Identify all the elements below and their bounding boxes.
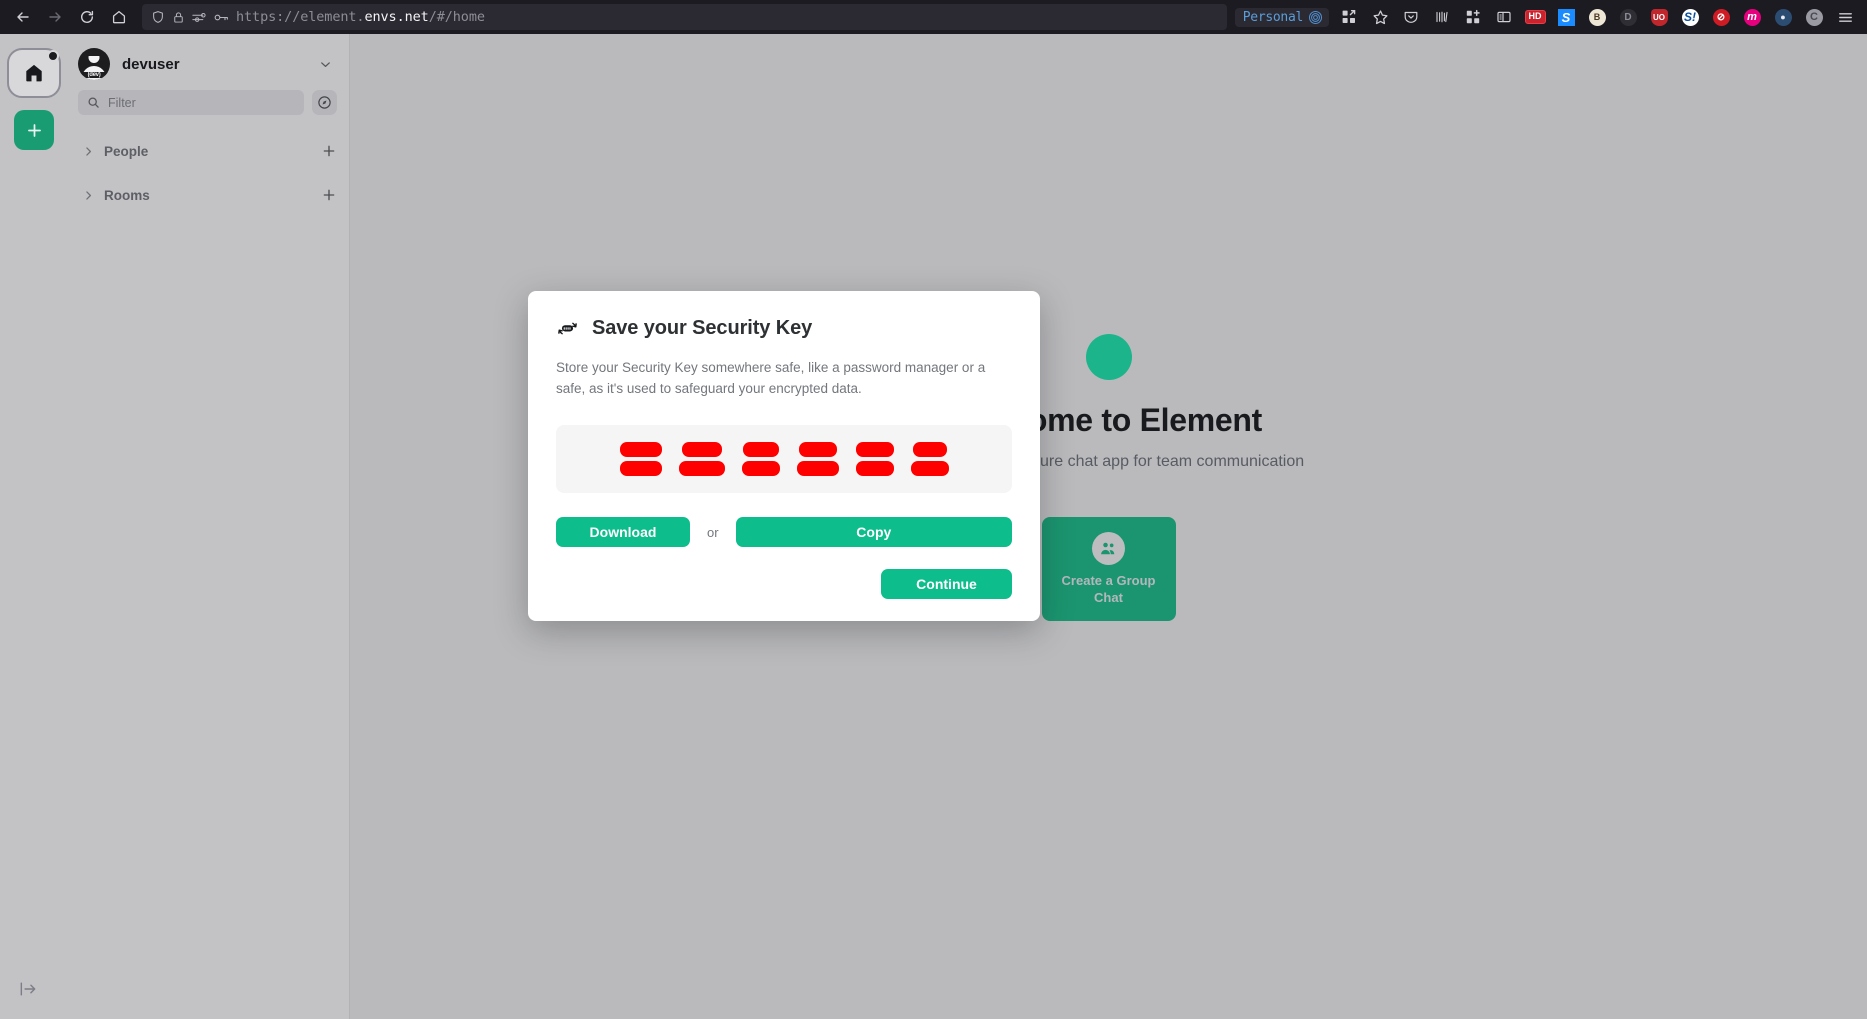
avatar-extension-icon[interactable]: ●: [1769, 4, 1797, 30]
security-key-restore-icon: [556, 317, 579, 340]
chevron-down-icon[interactable]: [318, 57, 333, 72]
home-icon: [23, 62, 45, 84]
redacted-key-block: [678, 461, 725, 477]
vertical-bars-icon[interactable]: [1428, 4, 1456, 30]
forward-button[interactable]: [40, 4, 70, 30]
sidebar-item-rooms[interactable]: Rooms: [68, 180, 349, 210]
download-button[interactable]: Download: [556, 517, 690, 548]
expand-sidebar-button[interactable]: [18, 979, 38, 999]
plus-icon: [25, 121, 44, 140]
account-circle-icon[interactable]: C: [1800, 4, 1828, 30]
hd-badge-label: HD: [1524, 10, 1546, 24]
dialog-description: Store your Security Key somewhere safe, …: [556, 360, 986, 396]
grid-add-icon[interactable]: [1459, 4, 1487, 30]
security-key-grid: [619, 442, 949, 477]
chevron-right-icon[interactable]: [82, 145, 95, 158]
dialog-title: Save your Security Key: [592, 317, 813, 339]
decentraleyes-icon[interactable]: D: [1614, 4, 1642, 30]
badger-badge-label: B: [1588, 8, 1606, 26]
url-bar[interactable]: https://element.envs.net/#/home: [142, 4, 1227, 30]
copy-button[interactable]: Copy: [735, 517, 1012, 548]
lock-icon[interactable]: [172, 11, 185, 24]
container-tab-indicator[interactable]: Personal: [1234, 7, 1329, 27]
container-label: Personal: [1242, 9, 1304, 25]
chevron-right-icon[interactable]: [82, 189, 95, 202]
page-settings-icon[interactable]: [192, 11, 207, 24]
or-separator-label: or: [707, 524, 719, 540]
room-list-header: (dev) devuser: [68, 34, 349, 90]
redacted-key-block: [798, 442, 837, 458]
create-space-button[interactable]: [14, 110, 54, 150]
redacted-key-block: [619, 461, 662, 477]
s2-badge-label: S!: [1681, 8, 1699, 26]
ublock-origin-icon[interactable]: UO: [1645, 4, 1673, 30]
dialog-title-row: Save your Security Key: [556, 317, 1012, 340]
element-app: (dev) devuser Filter People Rooms Welcom…: [0, 34, 1867, 1019]
compass-icon: [317, 95, 332, 110]
s-badge-label: S: [1557, 8, 1575, 26]
room-list-panel: (dev) devuser Filter People Rooms: [68, 34, 350, 1019]
add-room-button[interactable]: [321, 187, 337, 203]
uo-badge-label: UO: [1650, 8, 1668, 26]
key-icon[interactable]: [214, 11, 229, 24]
home-button[interactable]: [104, 4, 134, 30]
redacted-key-block: [619, 442, 662, 458]
back-button[interactable]: [8, 4, 38, 30]
avatar[interactable]: (dev): [78, 48, 110, 80]
expand-sidebar-icon: [18, 979, 38, 999]
security-key-panel: [556, 425, 1012, 494]
shield-icon[interactable]: [151, 10, 165, 24]
hamburger-menu-icon[interactable]: [1831, 4, 1859, 30]
dialog-footer: Continue: [556, 569, 1012, 600]
reload-button[interactable]: [72, 4, 102, 30]
pocket-icon[interactable]: [1397, 4, 1425, 30]
avatar-hair: [87, 50, 101, 56]
room-list-sections: People Rooms: [68, 136, 349, 224]
d-badge-label: D: [1619, 8, 1637, 26]
c-badge-label: C: [1805, 8, 1823, 26]
redacted-key-block: [796, 461, 839, 477]
skype-extension-icon[interactable]: S: [1552, 4, 1580, 30]
privacy-badger-icon[interactable]: B: [1583, 4, 1611, 30]
save-security-key-dialog: Save your Security Key Store your Securi…: [528, 291, 1040, 622]
sidebar-item-people[interactable]: People: [68, 136, 349, 166]
search-icon: [87, 96, 100, 109]
search-input[interactable]: Filter: [78, 90, 304, 115]
search-placeholder: Filter: [108, 95, 136, 110]
space-panel: [0, 34, 68, 1019]
star-icon[interactable]: [1366, 4, 1394, 30]
redacted-key-block: [855, 442, 894, 458]
extensions-grid-icon[interactable]: [1335, 4, 1363, 30]
explore-rooms-button[interactable]: [312, 90, 337, 115]
m-badge-label: m: [1743, 8, 1761, 26]
mailvelope-icon[interactable]: m: [1738, 4, 1766, 30]
browser-toolbar-right: Personal HD S B D UO S! ⊘ m ● C: [1234, 4, 1859, 30]
redacted-key-block: [681, 442, 722, 458]
space-notification-dot: [47, 50, 59, 62]
space-home-button[interactable]: [7, 48, 61, 98]
section-label: People: [104, 143, 149, 159]
url-text: https://element.envs.net/#/home: [236, 9, 485, 25]
add-person-button[interactable]: [321, 143, 337, 159]
fingerprint-icon: [1308, 10, 1323, 25]
redacted-key-block: [910, 461, 949, 477]
skype-alert-icon[interactable]: S!: [1676, 4, 1704, 30]
continue-button[interactable]: Continue: [881, 569, 1012, 600]
avatar-dev-label: (dev): [78, 72, 110, 78]
hd-badge-icon[interactable]: HD: [1521, 4, 1549, 30]
blue-badge-label: ●: [1774, 8, 1792, 26]
sidebar-panel-icon[interactable]: [1490, 4, 1518, 30]
room-list-search-row: Filter: [68, 90, 349, 115]
key-action-row: Download or Copy: [556, 517, 1012, 548]
section-label: Rooms: [104, 187, 150, 203]
block-badge-label: ⊘: [1712, 8, 1730, 26]
redacted-key-block: [741, 461, 780, 477]
redacted-key-block: [912, 442, 947, 458]
user-name: devuser: [122, 55, 180, 73]
redacted-key-block: [855, 461, 894, 477]
redacted-key-block: [742, 442, 779, 458]
blocker-icon[interactable]: ⊘: [1707, 4, 1735, 30]
browser-toolbar: https://element.envs.net/#/home Personal: [0, 0, 1867, 34]
